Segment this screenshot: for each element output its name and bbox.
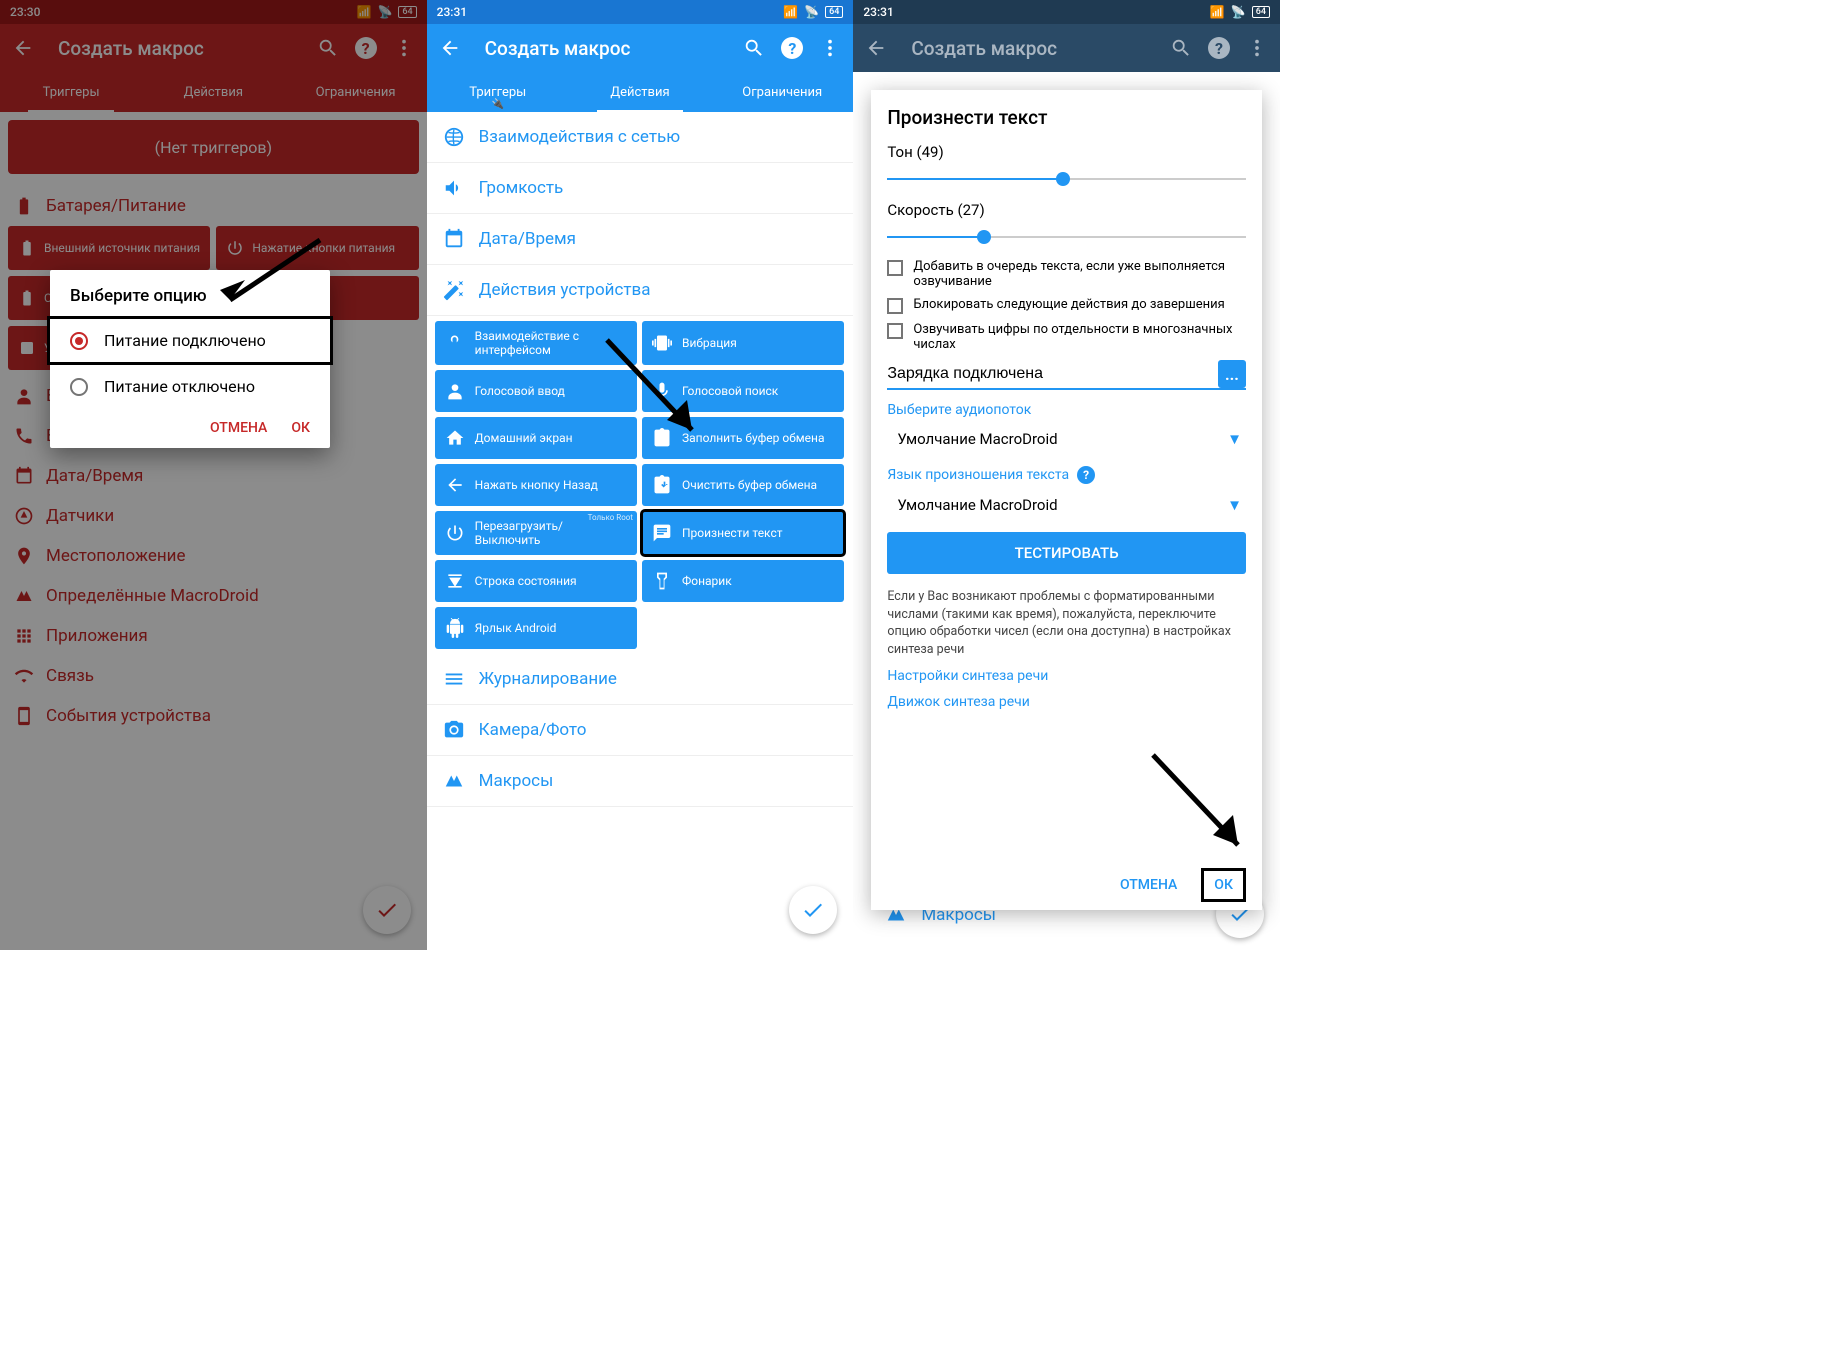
tile-reboot[interactable]: Только RootПерезагрузить/Выключить [435, 511, 637, 555]
checkbox-digits[interactable]: Озвучивать цифры по отдельности в многоз… [887, 322, 1246, 352]
signal-icon: 📶 [1210, 5, 1225, 19]
more-icon[interactable] [1246, 37, 1268, 59]
tile-statusbar[interactable]: Строка состояния [435, 560, 637, 602]
radio-icon [70, 332, 88, 350]
phone-3: 23:31 📶 📡 64 Создать макрос ? Макросы Пр… [853, 0, 1280, 950]
category-network[interactable]: Взаимодействия с сетью [427, 112, 854, 163]
radio-power-disconnected[interactable]: Питание отключено [50, 365, 330, 408]
category-volume[interactable]: Громкость [427, 163, 854, 214]
help-text: Если у Вас возникают проблемы с форматир… [887, 588, 1246, 658]
help-icon[interactable]: ? [781, 37, 803, 59]
speak-text-input[interactable] [887, 361, 1210, 387]
tab-actions[interactable]: Действия [569, 72, 711, 112]
content-area: Взаимодействия с сетью Громкость Дата/Вр… [427, 112, 854, 950]
tile-torch[interactable]: Фонарик [642, 560, 844, 602]
tile-back-button[interactable]: Нажать кнопку Назад [435, 464, 637, 506]
category-datetime[interactable]: Дата/Время [427, 214, 854, 265]
time: 23:31 [863, 5, 893, 19]
dialog-title: Выберите опцию [50, 286, 330, 316]
tile-voice-input[interactable]: Голосовой ввод [435, 370, 637, 412]
tile-vibration[interactable]: Вибрация [642, 321, 844, 365]
battery-icon: 64 [825, 6, 843, 18]
appbar-title: Создать макрос [485, 37, 728, 60]
tile-clear-clipboard[interactable]: Очистить буфер обмена [642, 464, 844, 506]
phone-2: 23:31 📶 📡 64 Создать макрос ? Триггеры🔌 … [427, 0, 854, 950]
speed-slider[interactable] [887, 225, 1246, 249]
language-label: Язык произношения текста? [887, 466, 1246, 484]
link-tts-settings[interactable]: Настройки синтеза речи [887, 668, 1246, 684]
phone-1: 23:30 📶 📡 64 Создать макрос ? Триггеры Д… [0, 0, 427, 950]
checkbox-queue[interactable]: Добавить в очередь текста, если уже выпо… [887, 259, 1246, 289]
search-icon[interactable] [1170, 37, 1192, 59]
tone-slider[interactable] [887, 167, 1246, 191]
dim-overlay[interactable] [0, 0, 427, 950]
tab-constraints[interactable]: Ограничения [711, 72, 853, 112]
speed-label: Скорость (27) [887, 201, 1246, 219]
radio-icon [70, 378, 88, 396]
dialog-select-option: Выберите опцию Питание подключено Питани… [50, 270, 330, 448]
tile-android-shortcut[interactable]: Ярлык Android [435, 607, 637, 649]
statusbar: 23:31 📶 📡 64 [427, 0, 854, 24]
category-camera[interactable]: Камера/Фото [427, 705, 854, 756]
language-dropdown[interactable]: Умолчание MacroDroid▼ [887, 490, 1246, 520]
wifi-icon: 📡 [1231, 5, 1246, 19]
audio-stream-dropdown[interactable]: Умолчание MacroDroid▼ [887, 424, 1246, 454]
caret-down-icon: ▼ [1227, 430, 1242, 448]
appbar: Создать макрос ? [427, 24, 854, 72]
dialog-speak-text: Произнести текст Тон (49) Скорость (27) … [871, 90, 1262, 910]
back-icon[interactable] [865, 37, 887, 59]
text-input-row: ... [887, 360, 1246, 390]
ok-button[interactable]: ОК [1201, 868, 1246, 902]
category-logging[interactable]: Журналирование [427, 654, 854, 705]
tile-home[interactable]: Домашний экран [435, 417, 637, 459]
statusbar: 23:31 📶 📡 64 [853, 0, 1280, 24]
tile-ui-interact[interactable]: Взаимодействие с интерфейсом [435, 321, 637, 365]
radio-power-connected[interactable]: Питание подключено [47, 316, 333, 365]
help-icon[interactable]: ? [1208, 37, 1230, 59]
cancel-button[interactable]: ОТМЕНА [1120, 877, 1177, 893]
dialog-title: Произнести текст [887, 106, 1246, 129]
more-icon[interactable] [819, 37, 841, 59]
caret-down-icon: ▼ [1227, 496, 1242, 514]
tone-label: Тон (49) [887, 143, 1246, 161]
time: 23:31 [437, 5, 467, 19]
plug-icon: 🔌 [492, 99, 504, 110]
cancel-button[interactable]: ОТМЕНА [210, 420, 267, 436]
back-icon[interactable] [439, 37, 461, 59]
test-button[interactable]: ТЕСТИРОВАТЬ [887, 532, 1246, 574]
tabs: Триггеры🔌 Действия Ограничения [427, 72, 854, 112]
wifi-icon: 📡 [804, 5, 819, 19]
category-macros[interactable]: Макросы [427, 756, 854, 807]
help-icon[interactable]: ? [1077, 466, 1095, 484]
signal-icon: 📶 [783, 5, 798, 19]
category-device-actions[interactable]: Действия устройства [427, 265, 854, 316]
battery-icon: 64 [1252, 6, 1270, 18]
more-button[interactable]: ... [1218, 360, 1246, 388]
audio-stream-label: Выберите аудиопоток [887, 402, 1246, 418]
appbar: Создать макрос ? [853, 24, 1280, 72]
tab-triggers[interactable]: Триггеры🔌 [427, 72, 569, 112]
link-tts-engine[interactable]: Движок синтеза речи [887, 694, 1246, 710]
checkbox-block[interactable]: Блокировать следующие действия до заверш… [887, 297, 1246, 314]
tile-fill-clipboard[interactable]: Заполнить буфер обмена [642, 417, 844, 459]
ok-button[interactable]: ОК [291, 420, 310, 436]
tile-voice-search[interactable]: Голосовой поиск [642, 370, 844, 412]
tile-speak-text[interactable]: Произнести текст [642, 511, 844, 555]
appbar-title: Создать макрос [911, 37, 1154, 60]
search-icon[interactable] [743, 37, 765, 59]
fab-confirm[interactable] [789, 886, 837, 934]
